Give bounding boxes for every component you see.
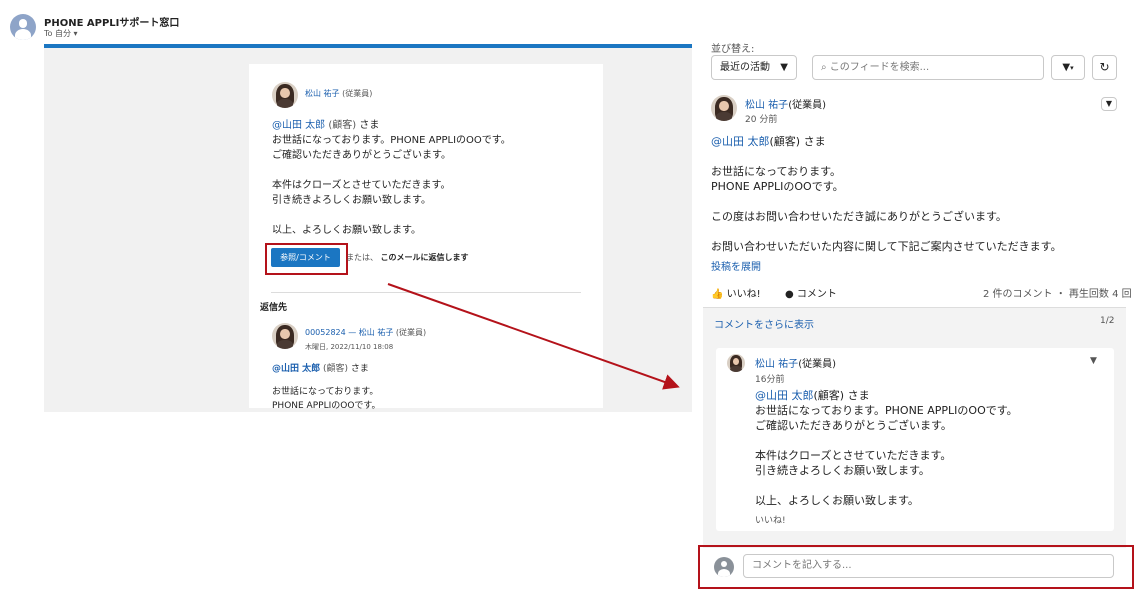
filter-icon: ▼: [1062, 62, 1071, 73]
message-line: PHONE APPLIのOOです。: [272, 401, 381, 411]
search-placeholder: このフィードを検索...: [829, 62, 930, 73]
author-avatar: [272, 82, 298, 108]
post-author-line: 松山 祐子(従業員): [745, 100, 826, 111]
comment-mention-line: @山田 太郎(顧客) さま: [755, 389, 870, 402]
comment-author-avatar: [727, 354, 745, 372]
to-recipient-dropdown[interactable]: To 自分 ▾: [44, 28, 78, 39]
to-label: To 自分: [44, 29, 71, 38]
thread-avatar: [272, 323, 298, 349]
comment-line: 本件はクローズとさせていただきます。: [755, 449, 952, 462]
post-stats: 2 件のコメント ・ 再生回数 4 回: [983, 289, 1132, 300]
post-time[interactable]: 20 分前: [745, 112, 777, 125]
reply-alt-line: または、 このメールに返信します: [346, 253, 469, 262]
chevron-down-icon: ▾: [1070, 64, 1074, 72]
comment-line: [755, 433, 1018, 448]
comment-menu-icon[interactable]: ▼: [1090, 356, 1097, 366]
message-line: 引き続きよろしくお願い致します。: [272, 195, 431, 206]
post-author-link[interactable]: 松山 祐子: [745, 100, 788, 111]
post-menu-button[interactable]: ▼: [1101, 97, 1117, 111]
comment-line: 引き続きよろしくお願い致します。: [755, 464, 930, 477]
comment-time[interactable]: 16分前: [755, 372, 784, 385]
sender-avatar: [10, 14, 36, 40]
chevron-down-icon: ▾: [73, 29, 78, 38]
sort-label: 並び替え:: [711, 44, 755, 55]
post-comment-button[interactable]: ● コメント: [785, 285, 837, 300]
expand-post-link[interactable]: 投稿を展開: [711, 258, 761, 273]
post-line: お世話になっております。: [711, 165, 842, 178]
thread-mention-link[interactable]: @山田 太郎: [272, 364, 320, 374]
sort-select[interactable]: 最近の活動 ▼: [711, 55, 797, 80]
author-line: 松山 祐子 (従業員): [305, 89, 373, 98]
post-line: PHONE APPLIのOOです。: [711, 180, 844, 193]
thread-mention-line: @山田 太郎 (顧客) さま: [272, 364, 369, 374]
comment-line: [755, 478, 1018, 493]
post-like-button[interactable]: 👍 いいね!: [711, 285, 761, 300]
message-line: ご確認いただきありがとうございます。: [272, 150, 451, 161]
comment-author-link[interactable]: 松山 祐子: [755, 359, 798, 370]
chevron-down-icon: ▼: [780, 62, 788, 73]
thread-message: お世話になっております。 PHONE APPLIのOOです。: [272, 385, 381, 413]
more-comments-link[interactable]: コメントをさらに表示: [714, 316, 814, 331]
comment-mention-link[interactable]: @山田 太郎: [755, 389, 814, 402]
message-line: お世話になっております。: [272, 387, 379, 397]
search-icon: ⌕: [821, 62, 827, 73]
comment-line: ご確認いただきありがとうございます。: [755, 419, 952, 432]
post-author-avatar: [711, 95, 737, 121]
filter-button[interactable]: ▼▾: [1051, 55, 1085, 80]
reply-to-heading: 返信先: [260, 303, 288, 313]
post-mention-link[interactable]: @山田 太郎: [711, 135, 770, 148]
email-mention-line: @山田 太郎 (顧客) さま: [272, 120, 380, 131]
comment-like-link[interactable]: いいね!: [755, 513, 786, 526]
post-mention-line: @山田 太郎(顧客) さま: [711, 135, 826, 148]
current-user-avatar: [714, 557, 734, 577]
comment-line: お世話になっております。PHONE APPLIのOOです。: [755, 404, 1018, 417]
reply-by-mail-link[interactable]: このメールに返信します: [381, 253, 469, 262]
message-line: 以上、よろしくお願い致します。: [272, 225, 421, 236]
annotation-arrow: [387, 283, 680, 390]
post-line: [711, 224, 1062, 239]
comment-body: お世話になっております。PHONE APPLIのOOです。 ご確認いただきありが…: [755, 403, 1018, 508]
comment-input-placeholder: コメントを記入する...: [752, 560, 852, 571]
comment-line: 以上、よろしくお願い致します。: [755, 494, 919, 507]
author-link[interactable]: 松山 祐子: [305, 89, 340, 98]
comment-input[interactable]: コメントを記入する...: [743, 554, 1114, 578]
comment-author-line: 松山 祐子(従業員): [755, 359, 836, 370]
post-line: この度はお問い合わせいただき誠にありがとうございます。: [711, 210, 1007, 223]
chevron-down-icon: ▼: [1105, 99, 1113, 108]
refresh-icon: ↻: [1099, 60, 1110, 74]
message-line: [272, 208, 511, 223]
refresh-button[interactable]: ↻: [1092, 55, 1117, 80]
thumbs-up-icon: 👍: [711, 289, 724, 300]
comment-bubble-icon: ●: [785, 289, 794, 300]
feed-search-input[interactable]: ⌕ このフィードを検索...: [812, 55, 1044, 80]
email-message: お世話になっております。PHONE APPLIのOOです。 ご確認いただきありが…: [272, 133, 511, 238]
post-line: [711, 194, 1062, 209]
message-line: 本件はクローズとさせていただきます。: [272, 180, 451, 191]
sort-value: 最近の活動: [720, 62, 770, 73]
sender-name: PHONE APPLIサポート窓口: [44, 18, 180, 29]
reply-comment-button[interactable]: 参照/コメント: [271, 248, 340, 267]
comments-pager: 1/2: [1100, 316, 1115, 326]
post-line: お問い合わせいただいた内容に関して下記ご案内させていただきます。: [711, 240, 1062, 253]
post-body: お世話になっております。 PHONE APPLIのOOです。 この度はお問い合わ…: [711, 164, 1062, 254]
mention-link[interactable]: @山田 太郎: [272, 120, 325, 131]
message-line: [272, 163, 511, 178]
message-line: お世話になっております。PHONE APPLIのOOです。: [272, 135, 511, 146]
